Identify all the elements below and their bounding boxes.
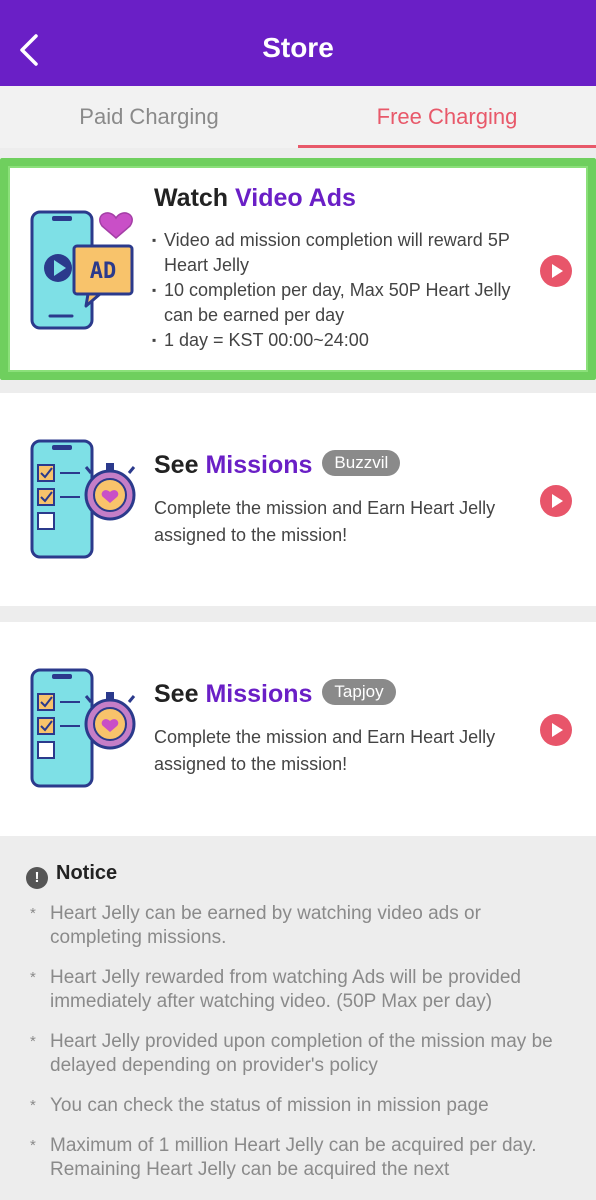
notice-title: Notice: [56, 862, 118, 884]
asterisk-icon: *: [30, 905, 36, 922]
tab-free-charging-label: Free Charging: [376, 104, 518, 129]
card-title: See Missions Tapjoy: [154, 679, 396, 709]
play-arrow-icon[interactable]: [540, 485, 572, 517]
active-tab-indicator: [298, 145, 596, 148]
card-description: Complete the mission and Earn Heart Jell…: [154, 727, 496, 774]
tab-paid-charging[interactable]: Paid Charging: [0, 86, 298, 148]
asterisk-icon: *: [30, 969, 36, 986]
play-arrow-icon[interactable]: [540, 255, 572, 287]
reward-bullets: Video ad mission completion will reward …: [152, 228, 534, 353]
notice-text: You can check the status of mission in m…: [50, 1095, 489, 1116]
title-prefix: See: [154, 451, 206, 479]
missions-tapjoy-card[interactable]: See Missions Tapjoy Complete the mission …: [0, 622, 596, 836]
title-prefix: Watch: [154, 184, 236, 212]
ad-label: AD: [90, 259, 117, 284]
missions-buzzvil-card[interactable]: See Missions Buzzvil Complete the mission…: [0, 393, 596, 606]
top-bar: Store: [0, 0, 596, 86]
title-accent: Missions: [205, 451, 313, 479]
provider-badge: Buzzvil: [322, 450, 401, 477]
title-prefix: See: [154, 680, 206, 708]
bullet-item: 1 day = KST 00:00~24:00: [152, 328, 534, 353]
title-accent: Video Ads: [235, 184, 356, 212]
asterisk-icon: *: [30, 1033, 36, 1050]
bullet-item: 10 completion per day, Max 50P Heart Jel…: [152, 278, 534, 328]
asterisk-icon: *: [30, 1097, 36, 1114]
notice-item: * Heart Jelly provided upon completion of…: [30, 1030, 570, 1078]
provider-badge: Tapjoy: [322, 679, 396, 706]
notice-item: * You can check the status of mission in …: [30, 1094, 570, 1118]
notice-item: * Heart Jelly can be earned by watching v…: [30, 902, 570, 950]
notice-text: Heart Jelly provided upon completion of …: [50, 1031, 553, 1076]
tab-free-charging[interactable]: Free Charging: [298, 86, 596, 148]
notice-list: * Heart Jelly can be earned by watching v…: [30, 902, 570, 1198]
watch-video-ads-card[interactable]: AD Watch Video Ads Video ad mission comp…: [0, 158, 596, 380]
title-accent: Missions: [205, 680, 313, 708]
card-description: Complete the mission and Earn Heart Jell…: [154, 498, 496, 545]
notice-item: * Heart Jelly rewarded from watching Ads …: [30, 966, 570, 1014]
notice-text: Heart Jelly rewarded from watching Ads w…: [50, 967, 521, 1012]
bullet-item: Video ad mission completion will reward …: [152, 228, 534, 278]
notice-text: Maximum of 1 million Heart Jelly can be …: [50, 1135, 537, 1180]
exclamation-icon: !: [26, 867, 48, 889]
notice-heading: ! Notice: [26, 862, 117, 889]
asterisk-icon: *: [30, 1137, 36, 1154]
notice-section: ! Notice * Heart Jelly can be earned by wa…: [0, 836, 596, 1200]
mission-checklist-icon: [30, 668, 136, 788]
card-title: See Missions Buzzvil: [154, 450, 401, 480]
play-arrow-icon[interactable]: [540, 714, 572, 746]
card-title: Watch Video Ads: [154, 184, 356, 213]
mission-checklist-icon: [30, 439, 136, 559]
page-title: Store: [262, 32, 334, 63]
tab-bar: Paid Charging Free Charging: [0, 86, 596, 148]
notice-item: * Maximum of 1 million Heart Jelly can be…: [30, 1134, 570, 1182]
notice-text: Heart Jelly can be earned by watching vi…: [50, 903, 481, 948]
video-ad-phone-icon: AD: [30, 210, 134, 330]
